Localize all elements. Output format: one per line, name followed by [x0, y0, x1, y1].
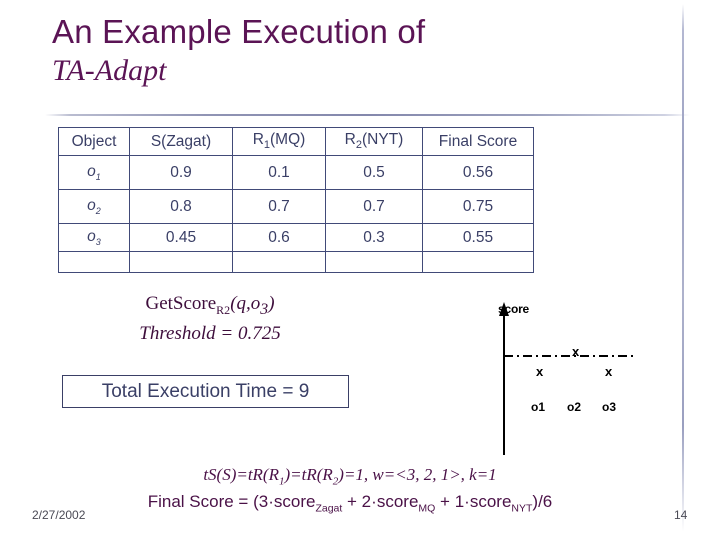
object-base: o — [87, 227, 96, 245]
cell-nyt: 0.5 — [325, 155, 423, 190]
footer-slide-number: 14 — [674, 508, 688, 522]
title-line-secondary: TA-Adapt — [52, 54, 167, 87]
marker-x-o2: x — [572, 344, 580, 359]
getscore-prefix: GetScore — [145, 293, 217, 314]
final-score-word-3: score — [469, 492, 512, 511]
parameters-formula: tS(S)=tR(R1)=tR(R2)=1, w=<3, 2, 1>, k=1 — [0, 465, 700, 487]
cell-zagat: 0.9 — [129, 155, 233, 190]
final-part-end: )/6 — [532, 492, 553, 511]
page-title: An Example Execution of TA-Adapt — [52, 12, 672, 90]
object-subscript: 1 — [95, 172, 101, 183]
cell-empty — [129, 251, 233, 273]
cell-zagat: 0.45 — [129, 223, 233, 252]
marker-x-o3: x — [605, 364, 613, 379]
scores-table: Object S(Zagat) R1(MQ) R2(NYT) Final Sco… — [58, 127, 534, 273]
final-score-word-2: score — [376, 492, 419, 511]
final-part-a: Final Score = (3 — [147, 492, 269, 511]
getscore-expression: GetScoreR2(q,o3) — [60, 292, 360, 322]
score-axis-diagram: score x x x o1 o2 o3 — [478, 300, 688, 460]
cell-object: o1 — [58, 155, 130, 190]
cell-empty — [58, 251, 130, 273]
getscore-args-close: ) — [268, 293, 275, 314]
final-sub-mq: MQ — [418, 502, 436, 515]
table-row: o2 0.8 0.7 0.7 0.75 — [58, 189, 534, 224]
score-diagram-svg — [499, 302, 633, 455]
cell-zagat: 0.8 — [129, 189, 233, 224]
column-header-zagat: S(Zagat) — [129, 127, 233, 156]
cell-final-score: 0.56 — [422, 155, 534, 190]
footer-date: 2/27/2002 — [32, 508, 86, 522]
column-header-object: Object — [58, 127, 130, 156]
diagram-object-label-o1: o1 — [531, 400, 546, 414]
getscore-args-subscript: 3 — [260, 300, 269, 318]
column-header-final-score: Final Score — [422, 127, 534, 156]
cell-mq: 0.1 — [232, 155, 326, 190]
cell-empty — [232, 251, 326, 273]
cell-mq: 0.7 — [232, 189, 326, 224]
nyt-tail: (NYT) — [362, 131, 404, 149]
table-row: o1 0.9 0.1 0.5 0.56 — [58, 155, 534, 190]
total-execution-time-label: Total Execution Time = 9 — [101, 380, 310, 402]
object-base: o — [87, 196, 96, 214]
params-part-b: )=tR(R — [284, 465, 333, 484]
final-plus-1: + 2 — [342, 492, 372, 511]
nyt-base: R — [344, 131, 356, 149]
diagram-object-label-o2: o2 — [567, 400, 582, 414]
marker-x-o1: x — [536, 364, 544, 379]
cell-object: o2 — [58, 189, 130, 224]
params-part-a: tS(S)=tR(R — [203, 465, 279, 484]
final-sub-nyt: NYT — [511, 502, 533, 515]
cell-empty — [325, 251, 423, 273]
object-base: o — [87, 162, 96, 180]
diagram-object-label-o3: o3 — [602, 400, 617, 414]
final-sub-zagat: Zagat — [315, 502, 343, 515]
score-axis-label: score — [498, 302, 530, 316]
table-row: o3 0.45 0.6 0.3 0.55 — [58, 223, 534, 252]
cell-empty — [422, 251, 534, 273]
cell-final-score: 0.55 — [422, 223, 534, 252]
table-body: o1 0.9 0.1 0.5 0.56 o2 0.8 0.7 0.7 0.75 o3 0.45 0.6 0… — [58, 155, 534, 273]
column-header-mq: R1(MQ) — [232, 127, 326, 156]
object-subscript: 2 — [95, 206, 101, 217]
getscore-args: (q,o — [230, 293, 261, 314]
cell-nyt: 0.7 — [325, 189, 423, 224]
table-header-row: Object S(Zagat) R1(MQ) R2(NYT) Final Sco… — [58, 127, 534, 156]
cell-final-score: 0.75 — [422, 189, 534, 224]
threshold-text: Threshold = 0.725 — [139, 322, 281, 344]
getscore-subscript: R2 — [216, 302, 231, 317]
final-plus-2: + 1 — [435, 492, 465, 511]
final-score-word-1: score — [273, 492, 316, 511]
final-score-formula: Final Score = (3·scoreZagat + 2·scoreMQ … — [0, 492, 700, 514]
table-row-empty — [58, 251, 534, 273]
object-subscript: 3 — [95, 237, 101, 248]
total-execution-time-box: Total Execution Time = 9 — [62, 375, 349, 408]
cell-mq: 0.6 — [232, 223, 326, 252]
params-part-c: )=1, w=<3, 2, 1>, k=1 — [338, 465, 497, 484]
column-header-nyt: R2(NYT) — [325, 127, 423, 156]
getscore-annotation: GetScoreR2(q,o3) Threshold = 0.725 — [60, 292, 360, 345]
title-line-primary: An Example Execution of — [52, 13, 426, 50]
mq-base: R — [252, 131, 264, 149]
cell-object: o3 — [58, 223, 130, 252]
title-divider — [45, 114, 690, 116]
cell-nyt: 0.3 — [325, 223, 423, 252]
mq-tail: (MQ) — [270, 131, 306, 149]
